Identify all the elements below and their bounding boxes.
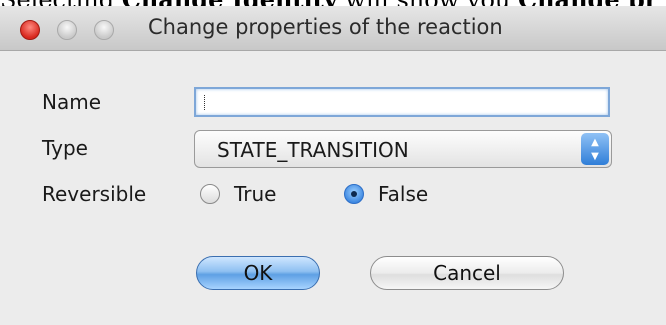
cancel-button[interactable]: Cancel [370,256,564,290]
radio-true-label[interactable]: True [234,182,276,206]
name-label: Name [42,90,102,114]
radio-false-label[interactable]: False [378,182,428,206]
reversible-label: Reversible [42,182,147,206]
radio-selected-dot [351,191,357,197]
radio-false[interactable] [344,184,364,204]
minimize-icon[interactable] [57,20,77,40]
type-selected-value: STATE_TRANSITION [217,138,409,162]
window-title: Change properties of the reaction [148,15,503,39]
chevron-updown-icon[interactable]: ▲ ▼ [581,133,609,165]
close-icon[interactable] [20,20,40,40]
dialog-window: Change properties of the reaction Name T… [0,6,666,325]
title-bar[interactable]: Change properties of the reaction [0,6,666,51]
zoom-icon[interactable] [94,20,114,40]
text-caret [204,95,206,110]
type-label: Type [42,136,88,160]
type-select[interactable]: STATE_TRANSITION ▲ ▼ [194,130,612,168]
radio-true[interactable] [200,184,220,204]
ok-button[interactable]: OK [196,256,320,290]
name-field[interactable] [194,87,610,117]
